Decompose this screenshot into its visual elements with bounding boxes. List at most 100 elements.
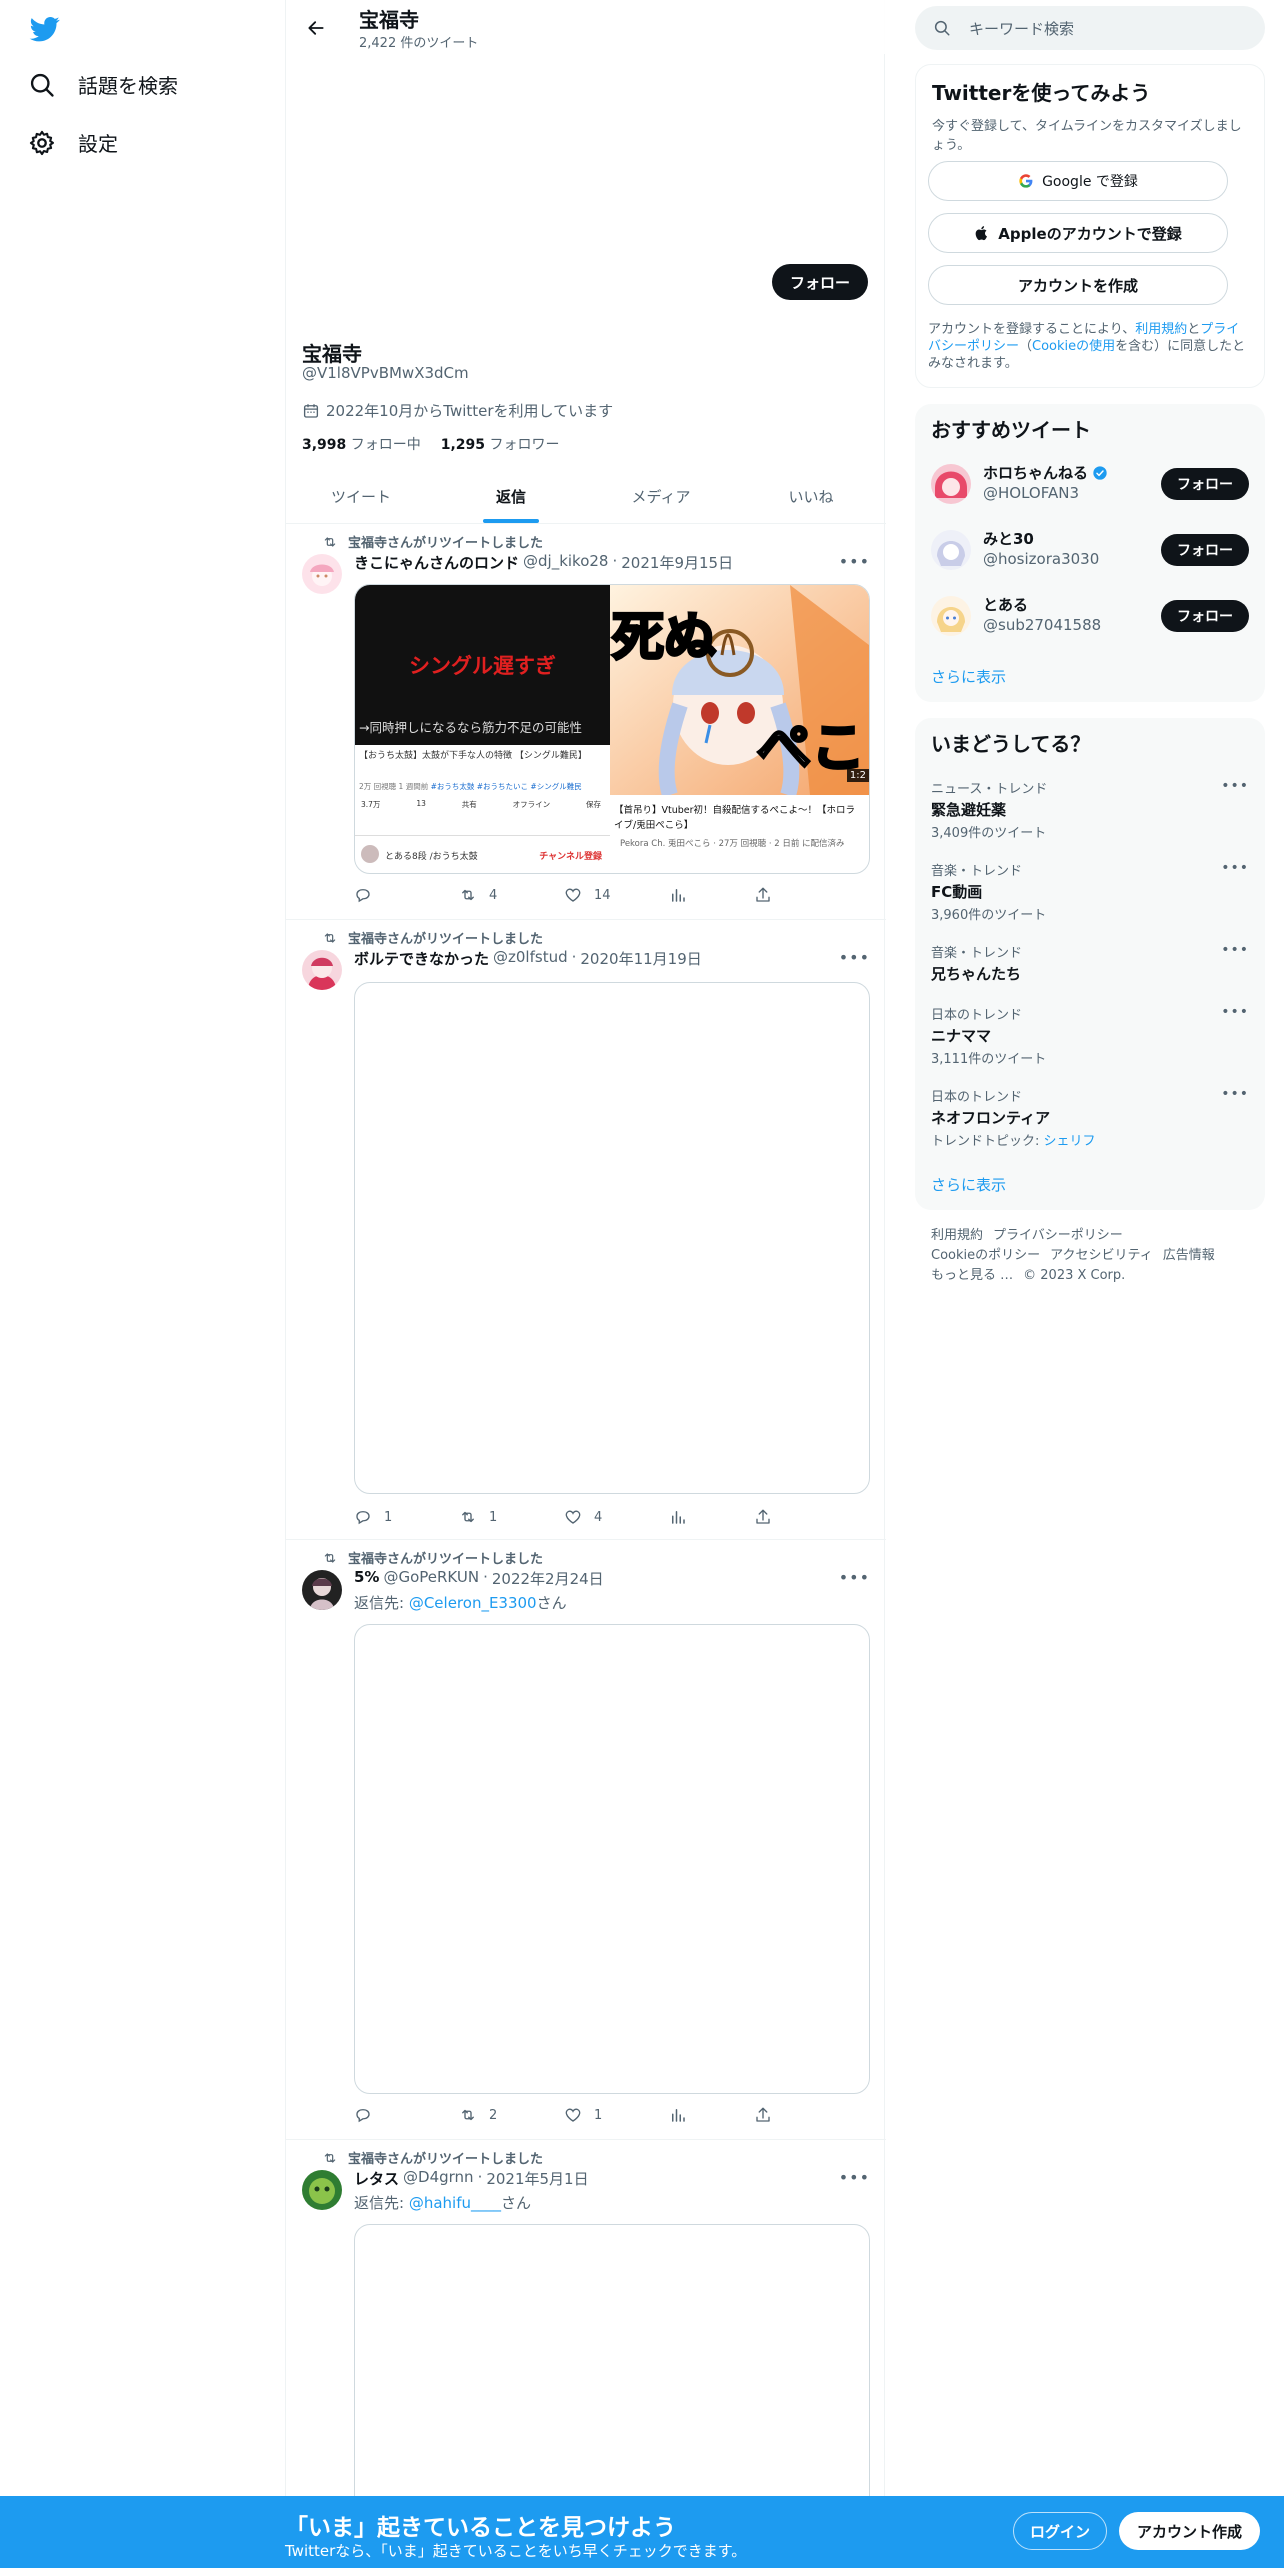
tweet-author-handle[interactable]: @dj_kiko28 xyxy=(523,552,608,573)
avatar[interactable] xyxy=(931,464,971,504)
tweet-date[interactable]: 2022年2月24日 xyxy=(492,1568,604,1589)
recommend-item[interactable]: みと30 @hosizora3030 フォロー xyxy=(931,526,1249,574)
like-button[interactable]: 14 xyxy=(564,886,669,904)
terms-link[interactable]: 利用規約 xyxy=(1135,322,1187,337)
avatar[interactable] xyxy=(302,2170,342,2210)
reply-button[interactable] xyxy=(354,2106,459,2124)
tweet-author-handle[interactable]: @GoPeRKUN xyxy=(383,1568,479,1589)
tweet[interactable]: 宝福寺さんがリツイートしました レタス @D4grnn · 2021年5月1日 … xyxy=(286,2140,886,2544)
nav-settings[interactable]: 設定 xyxy=(28,128,118,157)
share-button[interactable] xyxy=(754,886,772,908)
follow-button[interactable]: フォロー xyxy=(1161,468,1249,500)
follow-button[interactable]: フォロー xyxy=(1161,534,1249,566)
retweet-button[interactable]: 1 xyxy=(459,1508,564,1526)
avatar[interactable] xyxy=(302,1570,342,1610)
trend-item[interactable]: 音楽・トレンド FC動画 3,960件のツイート ••• xyxy=(931,860,1249,923)
tweet-media[interactable] xyxy=(354,1624,870,2094)
tweet-date[interactable]: 2020年11月19日 xyxy=(580,948,701,969)
reply-button[interactable]: 1 xyxy=(354,1508,459,1526)
apple-signup-button[interactable]: Appleのアカウントで登録 xyxy=(928,213,1228,253)
trends-show-more[interactable]: さらに表示 xyxy=(931,1174,1006,1195)
more-icon[interactable]: ••• xyxy=(1221,942,1249,958)
more-icon[interactable]: ••• xyxy=(839,1568,870,1587)
search-placeholder: キーワード検索 xyxy=(969,19,1075,38)
trend-count: 3,111件のツイート xyxy=(931,1052,1047,1067)
follow-button[interactable]: フォロー xyxy=(771,264,868,300)
recommend-item[interactable]: ホロちゃんねる @HOLOFAN3 フォロー xyxy=(931,460,1249,508)
share-button[interactable] xyxy=(754,1508,772,1530)
trend-topic-link[interactable]: シェリフ xyxy=(1044,1134,1096,1149)
tweet-media[interactable] xyxy=(354,982,870,1494)
footer-link[interactable]: 利用規約 xyxy=(931,1228,983,1243)
footer-link[interactable]: 広告情報 xyxy=(1163,1248,1215,1263)
tweet-date[interactable]: 2021年9月15日 xyxy=(621,552,733,573)
signup-button[interactable]: アカウント作成 xyxy=(1119,2512,1261,2550)
verified-badge-icon xyxy=(1093,465,1107,480)
more-icon[interactable]: ••• xyxy=(1221,1086,1249,1102)
like-button[interactable]: 1 xyxy=(564,2106,669,2124)
recommend-show-more[interactable]: さらに表示 xyxy=(931,666,1006,687)
tab-tweets[interactable]: ツイート xyxy=(286,470,436,523)
more-icon[interactable]: ••• xyxy=(839,2168,870,2187)
media-overlay-text: シングル遅すぎ xyxy=(409,654,556,678)
search-input[interactable]: キーワード検索 xyxy=(915,6,1265,50)
avatar[interactable] xyxy=(931,596,971,636)
tweet-author-handle[interactable]: @D4grnn xyxy=(403,2168,474,2189)
trend-item[interactable]: 日本のトレンド ネオフロンティア トレンドトピック: シェリフ ••• xyxy=(931,1086,1249,1149)
google-signup-button[interactable]: Google で登録 xyxy=(928,161,1228,201)
footer-link[interactable]: もっと見る … xyxy=(931,1268,1013,1283)
tweet-author-name[interactable]: きこにゃんさんのロンド xyxy=(354,552,519,573)
like-button[interactable]: 4 xyxy=(564,1508,669,1526)
following-link[interactable]: 3,998 フォロー中 xyxy=(302,434,421,454)
more-icon[interactable]: ••• xyxy=(1221,860,1249,876)
reply-user-link[interactable]: @hahifu____ xyxy=(409,2194,501,2212)
tweet-author-name[interactable]: 5% xyxy=(354,1568,379,1589)
tweet-author-name[interactable]: ボルテできなかった xyxy=(354,948,489,969)
avatar[interactable] xyxy=(302,554,342,594)
media-caption: →同時押しになるなら筋力不足の可能性 xyxy=(359,720,582,735)
reply-user-link[interactable]: @Celeron_E3300 xyxy=(409,1594,537,1612)
twitter-bird-icon[interactable] xyxy=(28,14,62,44)
share-button[interactable] xyxy=(754,2106,772,2128)
bar-chart-icon xyxy=(672,1511,685,1524)
avatar[interactable] xyxy=(302,950,342,990)
footer-link[interactable]: プライバシーポリシー xyxy=(993,1228,1123,1243)
cookie-link[interactable]: Cookieの使用 xyxy=(1032,339,1115,354)
trend-item[interactable]: 日本のトレンド ニナママ 3,111件のツイート ••• xyxy=(931,1004,1249,1067)
recommend-item[interactable]: とある @sub27041588 フォロー xyxy=(931,592,1249,640)
trend-item[interactable]: ニュース・トレンド 緊急避妊薬 3,409件のツイート ••• xyxy=(931,778,1249,841)
avatar[interactable] xyxy=(931,530,971,570)
tweet-author-handle[interactable]: @z0lfstud xyxy=(493,948,568,969)
retweet-button[interactable]: 4 xyxy=(459,886,564,904)
reply-context: 返信先: @hahifu____さん xyxy=(354,2194,532,2212)
follow-button[interactable]: フォロー xyxy=(1161,600,1249,632)
tab-replies[interactable]: 返信 xyxy=(436,470,586,523)
media-image-right[interactable]: 死ぬ ぺこ 1:2 【首吊り】Vtuber初！自殺配信するぺこよ～！【ホロライブ… xyxy=(610,585,869,873)
bar-chart-icon xyxy=(672,889,685,902)
media-image-left[interactable]: シングル遅すぎ →同時押しになるなら筋力不足の可能性 【おうち太鼓】太鼓が下手な… xyxy=(355,585,610,873)
followers-link[interactable]: 1,295 フォロワー xyxy=(441,434,560,454)
back-button[interactable] xyxy=(300,12,332,44)
tab-likes[interactable]: いいね xyxy=(736,470,886,523)
create-account-button[interactable]: アカウントを作成 xyxy=(928,265,1228,305)
footer-link[interactable]: アクセシビリティ xyxy=(1050,1248,1153,1263)
trend-item[interactable]: 音楽・トレンド 兄ちゃんたち ••• xyxy=(931,942,1249,984)
more-icon[interactable]: ••• xyxy=(1221,778,1249,794)
tweet-date[interactable]: 2021年5月1日 xyxy=(486,2168,588,2189)
tweet[interactable]: 宝福寺さんがリツイートしました 5% @GoPeRKUN · 2022年2月24… xyxy=(286,1540,886,2140)
tab-media[interactable]: メディア xyxy=(586,470,736,523)
more-icon[interactable]: ••• xyxy=(839,948,870,967)
tweet[interactable]: 宝福寺さんがリツイートしました きこにゃんさんのロンド @dj_kiko28 ·… xyxy=(286,524,886,920)
reply-icon xyxy=(356,889,370,903)
reply-button[interactable] xyxy=(354,886,459,904)
footer-link[interactable]: Cookieのポリシー xyxy=(931,1248,1040,1263)
more-icon[interactable]: ••• xyxy=(1221,1004,1249,1020)
more-icon[interactable]: ••• xyxy=(839,552,870,571)
retweet-button[interactable]: 2 xyxy=(459,2106,564,2124)
login-button[interactable]: ログイン xyxy=(1013,2512,1108,2550)
tweet-author-name[interactable]: レタス xyxy=(354,2168,399,2189)
left-navigation: 話題を検索 設定 xyxy=(0,0,285,2568)
nav-explore[interactable]: 話題を検索 xyxy=(28,70,178,99)
tweet[interactable]: 宝福寺さんがリツイートしました ボルテできなかった @z0lfstud · 20… xyxy=(286,920,886,1540)
tweet-media[interactable]: シングル遅すぎ →同時押しになるなら筋力不足の可能性 【おうち太鼓】太鼓が下手な… xyxy=(354,584,870,874)
